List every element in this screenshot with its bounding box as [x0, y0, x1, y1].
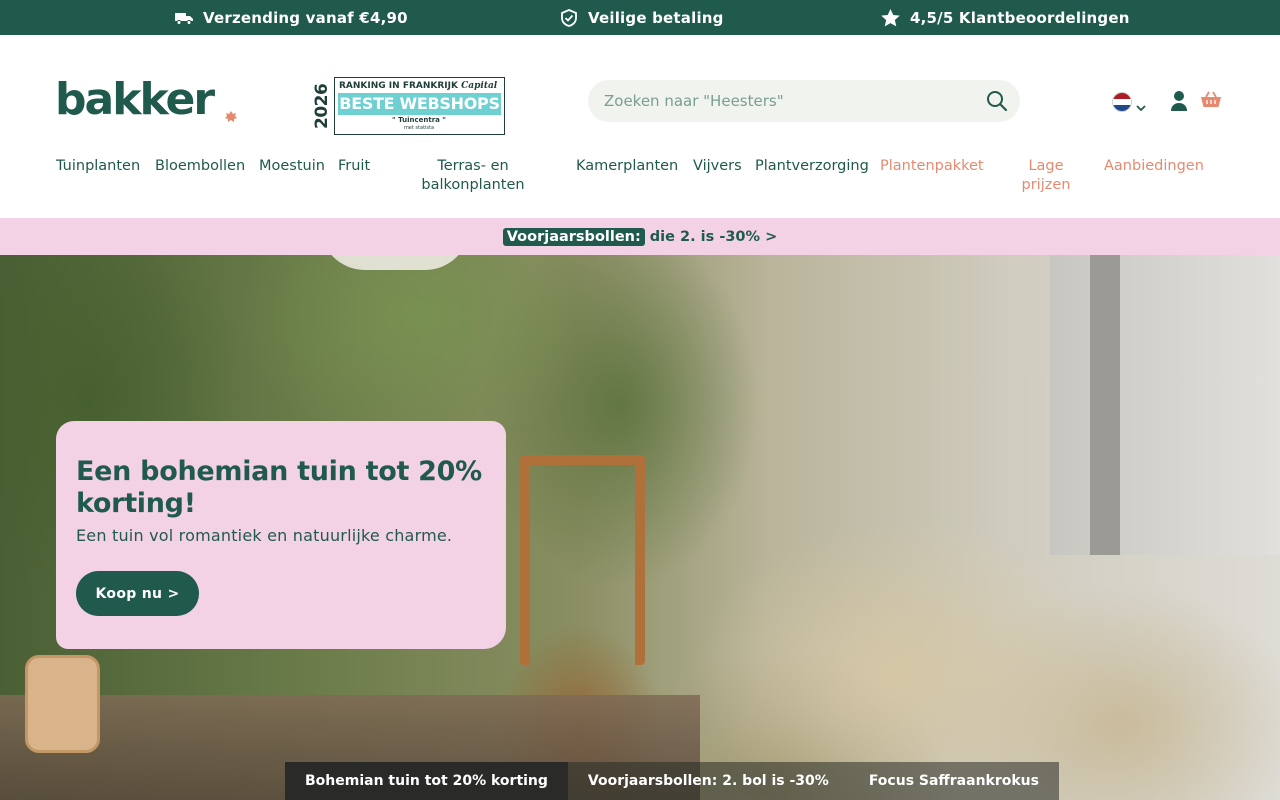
nav-aanbiedingen[interactable]: Aanbiedingen	[1104, 157, 1204, 176]
award-badge: 2026 RANKING IN FRANKRIJK Capital BESTE …	[312, 75, 505, 137]
hero-subtitle: Een tuin vol romantiek en natuurlijke ch…	[76, 526, 453, 545]
star-icon	[881, 8, 900, 27]
hero-lamp-shape	[320, 255, 470, 270]
nav-terras-line1: Terras- en	[437, 158, 509, 174]
shipping-text: Verzending vanaf €4,90	[203, 8, 408, 27]
nav-lage-line2: prijzen	[1021, 177, 1071, 193]
search-input[interactable]	[604, 80, 974, 122]
chevron-down-icon[interactable]	[1136, 97, 1146, 116]
award-source: met statista	[403, 125, 435, 131]
truck-icon	[175, 11, 193, 25]
hero-wall-shape	[1050, 255, 1280, 555]
user-icon[interactable]	[1170, 90, 1188, 116]
flag-nl-icon[interactable]	[1112, 92, 1132, 112]
shield-check-icon	[560, 8, 578, 27]
hero-tabs: Bohemian tuin tot 20% korting Voorjaarsb…	[285, 762, 1059, 800]
award-category: " Tuincentra "	[392, 116, 446, 124]
nav-tuinplanten[interactable]: Tuinplanten	[56, 157, 140, 176]
payment-text: Veilige betaling	[588, 8, 724, 27]
promo-tag: Voorjaarsbollen:	[502, 227, 645, 246]
search-icon[interactable]	[986, 90, 1008, 116]
hero-lantern-shape	[25, 655, 100, 753]
hero-card: Een bohemian tuin tot 20% korting! Een t…	[56, 421, 506, 649]
hero-tab-bohemian[interactable]: Bohemian tuin tot 20% korting	[285, 762, 568, 800]
promo-bar[interactable]: Voorjaarsbollen: die 2. is -30% >	[0, 218, 1280, 255]
shop-now-button[interactable]: Koop nu >	[76, 571, 199, 616]
nav-bloembollen[interactable]: Bloembollen	[155, 157, 245, 176]
search-bar	[588, 80, 1020, 122]
award-box: RANKING IN FRANKRIJK Capital BESTE WEBSH…	[334, 77, 505, 135]
nav-lage-prijzen[interactable]: Lage prijzen	[1019, 157, 1073, 195]
hero-chair-shape	[520, 455, 645, 665]
rating-info: 4,5/5 Klantbeoordelingen	[881, 0, 1130, 35]
nav-vijvers[interactable]: Vijvers	[693, 157, 742, 176]
award-banner: BESTE WEBSHOPS	[338, 93, 501, 115]
nav-plantenpakket[interactable]: Plantenpakket	[880, 157, 984, 176]
hero-tab-voorjaarsbollen[interactable]: Voorjaarsbollen: 2. bol is -30%	[568, 762, 849, 800]
promo-text: die 2. is -30% >	[649, 228, 778, 245]
nav-plantverzorging[interactable]: Plantverzorging	[755, 157, 869, 176]
nav-terras-line2: balkonplanten	[421, 177, 525, 193]
payment-info: Veilige betaling	[560, 0, 724, 35]
basket-icon[interactable]	[1200, 91, 1222, 113]
leaf-icon	[225, 108, 237, 127]
site-header: bakker 2026 RANKING IN FRANKRIJK Capital…	[0, 35, 1280, 218]
nav-kamerplanten[interactable]: Kamerplanten	[576, 157, 678, 176]
hero-title: Een bohemian tuin tot 20% korting!	[76, 456, 482, 519]
hero-banner: Een bohemian tuin tot 20% korting! Een t…	[0, 255, 1280, 800]
award-ranking: RANKING IN FRANKRIJK Capital	[339, 81, 498, 91]
top-info-bar: Verzending vanaf €4,90 Veilige betaling …	[0, 0, 1280, 35]
hero-tab-saffraankrokus[interactable]: Focus Saffraankrokus	[849, 762, 1059, 800]
logo[interactable]: bakker	[55, 78, 215, 122]
main-nav: Tuinplanten Bloembollen Moestuin Fruit T…	[0, 157, 1280, 207]
nav-terras-balkonplanten[interactable]: Terras- en balkonplanten	[420, 157, 526, 195]
nav-lage-line1: Lage	[1028, 158, 1064, 174]
rating-text: 4,5/5 Klantbeoordelingen	[910, 8, 1130, 27]
nav-moestuin[interactable]: Moestuin	[259, 157, 325, 176]
award-year: 2026	[312, 83, 332, 129]
shipping-info: Verzending vanaf €4,90	[175, 0, 408, 35]
nav-fruit[interactable]: Fruit	[338, 157, 370, 176]
